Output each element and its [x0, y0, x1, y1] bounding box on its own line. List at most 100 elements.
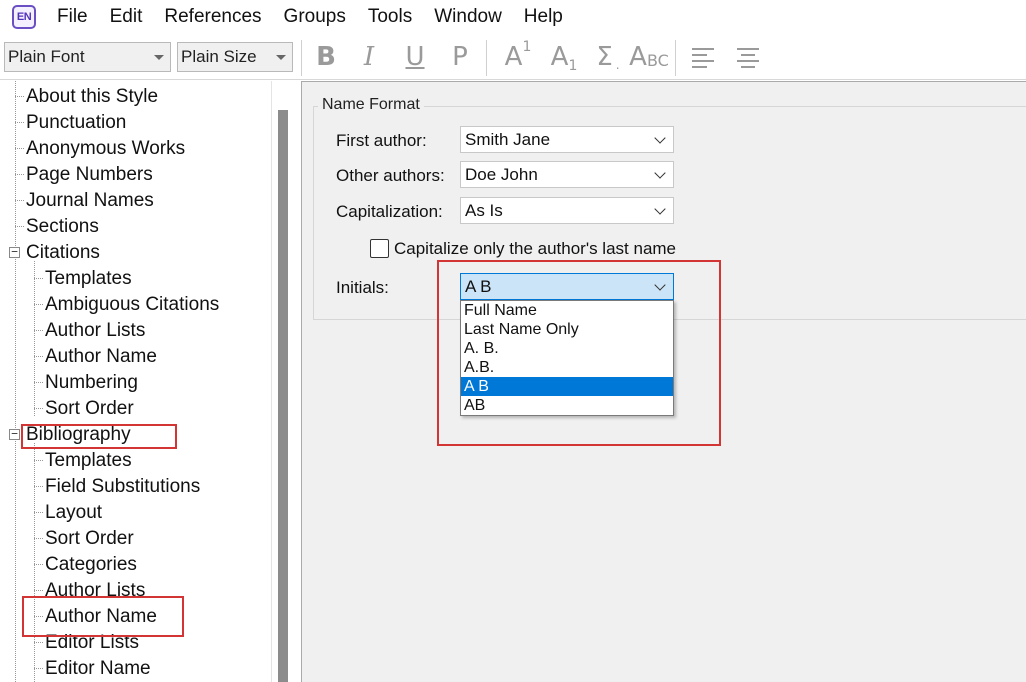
- align-center-icon: [737, 48, 759, 68]
- plain-button[interactable]: P: [447, 40, 473, 74]
- tree-item-editor-lists[interactable]: Editor Lists: [45, 630, 139, 656]
- small-caps-icon-small: BC: [646, 50, 669, 70]
- tree-connector: [34, 460, 43, 461]
- symbol-button[interactable]: Σ.: [591, 40, 625, 74]
- underline-button[interactable]: U: [401, 40, 429, 74]
- initials-option[interactable]: Full Name: [461, 301, 673, 320]
- tree-item-field-substitutions[interactable]: Field Substitutions: [45, 474, 200, 500]
- menu-edit[interactable]: Edit: [99, 0, 154, 34]
- align-left-button[interactable]: [689, 40, 717, 74]
- tree-item-bibliography-sort-order[interactable]: Sort Order: [45, 526, 134, 552]
- tree-item-bibliography-author-lists[interactable]: Author Lists: [45, 578, 145, 604]
- subscript-icon-mark: 1: [568, 58, 578, 74]
- tree-connector: [15, 96, 24, 97]
- chevron-down-icon: [654, 203, 666, 215]
- tree-connector: [15, 174, 24, 175]
- collapse-citations-icon[interactable]: −: [9, 246, 20, 258]
- tree-connector: [34, 261, 35, 416]
- tree-connector: [34, 486, 43, 487]
- tree-item-journal-names[interactable]: Journal Names: [26, 188, 154, 214]
- name-format-title: Name Format: [318, 96, 424, 114]
- menu-bar: EN File Edit References Groups Tools Win…: [0, 0, 1026, 34]
- tree-connector: [34, 564, 43, 565]
- toolbar-separator: [301, 40, 302, 76]
- tree-item-citations[interactable]: Citations: [26, 240, 100, 266]
- menu-tools[interactable]: Tools: [357, 0, 423, 34]
- bold-button[interactable]: B: [312, 40, 340, 74]
- initials-option[interactable]: A.B.: [461, 358, 673, 377]
- initials-option[interactable]: Last Name Only: [461, 320, 673, 339]
- tree-item-numbering[interactable]: Numbering: [45, 370, 138, 396]
- initials-label: Initials:: [336, 278, 389, 297]
- font-combo-value: Plain Font: [8, 47, 85, 66]
- font-combo[interactable]: Plain Font: [4, 42, 171, 72]
- tree-connector: [34, 512, 43, 513]
- tree-connector: [15, 81, 16, 682]
- tree-item-layout[interactable]: Layout: [45, 500, 102, 526]
- initials-option[interactable]: A. B.: [461, 339, 673, 358]
- tree-connector: [34, 590, 43, 591]
- tree-connector: [15, 148, 24, 149]
- font-combo-dropdown-icon[interactable]: [154, 55, 164, 60]
- tree-item-citations-author-name[interactable]: Author Name: [45, 344, 157, 370]
- initials-option[interactable]: AB: [461, 396, 673, 415]
- tree-connector: [15, 122, 24, 123]
- style-sections-tree: − − About this Style Punctuation Anonymo…: [0, 81, 271, 682]
- tree-item-ambiguous-citations[interactable]: Ambiguous Citations: [45, 292, 219, 318]
- tree-connector: [34, 408, 43, 409]
- tree-connector: [15, 226, 24, 227]
- tree-item-about-this-style[interactable]: About this Style: [26, 84, 158, 110]
- tree-connector: [34, 356, 43, 357]
- tree-item-bibliography-author-name[interactable]: Author Name: [45, 604, 157, 630]
- tree-connector: [15, 200, 24, 201]
- small-caps-button[interactable]: A BC: [629, 40, 669, 74]
- chevron-down-icon: [654, 279, 666, 291]
- other-authors-label: Other authors:: [336, 166, 445, 185]
- toolbar-separator: [486, 40, 487, 76]
- tree-item-anonymous-works[interactable]: Anonymous Works: [26, 136, 185, 162]
- other-authors-select[interactable]: Doe John: [460, 161, 674, 188]
- capitalization-value: As Is: [465, 201, 503, 220]
- tree-item-categories[interactable]: Categories: [45, 552, 137, 578]
- initials-select[interactable]: A B: [460, 273, 674, 300]
- tree-connector: [34, 642, 43, 643]
- superscript-button[interactable]: A1: [500, 39, 536, 74]
- subscript-button[interactable]: A1: [546, 40, 582, 74]
- first-author-value: Smith Jane: [465, 130, 551, 149]
- tree-item-bibliography[interactable]: Bibliography: [26, 422, 131, 448]
- tree-connector: [34, 443, 35, 682]
- tree-connector: [34, 278, 43, 279]
- tree-scrollbar-thumb[interactable]: [278, 110, 288, 682]
- tree-item-page-numbers[interactable]: Page Numbers: [26, 162, 153, 188]
- tree-item-sections[interactable]: Sections: [26, 214, 99, 240]
- size-combo-dropdown-icon[interactable]: [276, 55, 286, 60]
- capitalization-select[interactable]: As Is: [460, 197, 674, 224]
- menu-help[interactable]: Help: [513, 0, 574, 34]
- first-author-select[interactable]: Smith Jane: [460, 126, 674, 153]
- superscript-icon-base: A: [504, 42, 523, 72]
- tree-item-editor-name[interactable]: Editor Name: [45, 656, 151, 682]
- menu-references[interactable]: References: [153, 0, 272, 34]
- tree-item-citations-author-lists[interactable]: Author Lists: [45, 318, 145, 344]
- size-combo[interactable]: Plain Size: [177, 42, 293, 72]
- first-author-label: First author:: [336, 131, 427, 150]
- align-left-icon: [692, 48, 714, 68]
- capitalize-last-name-label[interactable]: Capitalize only the author's last name: [394, 239, 676, 259]
- collapse-bibliography-icon[interactable]: −: [9, 428, 20, 440]
- initials-option-selected[interactable]: A B: [461, 377, 673, 396]
- tree-item-bibliography-templates[interactable]: Templates: [45, 448, 132, 474]
- endnote-app-icon[interactable]: EN: [12, 5, 36, 29]
- italic-button[interactable]: I: [357, 40, 381, 74]
- menu-window[interactable]: Window: [423, 0, 513, 34]
- tree-item-citations-sort-order[interactable]: Sort Order: [45, 396, 134, 422]
- tree-connector: [34, 616, 43, 617]
- menu-file[interactable]: File: [46, 0, 99, 34]
- chevron-down-icon: [654, 167, 666, 179]
- tree-item-punctuation[interactable]: Punctuation: [26, 110, 126, 136]
- tree-connector: [34, 382, 43, 383]
- align-center-button[interactable]: [734, 40, 762, 74]
- menu-groups[interactable]: Groups: [273, 0, 357, 34]
- tree-item-citations-templates[interactable]: Templates: [45, 266, 132, 292]
- capitalize-last-name-checkbox[interactable]: [370, 239, 389, 258]
- tree-connector: [34, 304, 43, 305]
